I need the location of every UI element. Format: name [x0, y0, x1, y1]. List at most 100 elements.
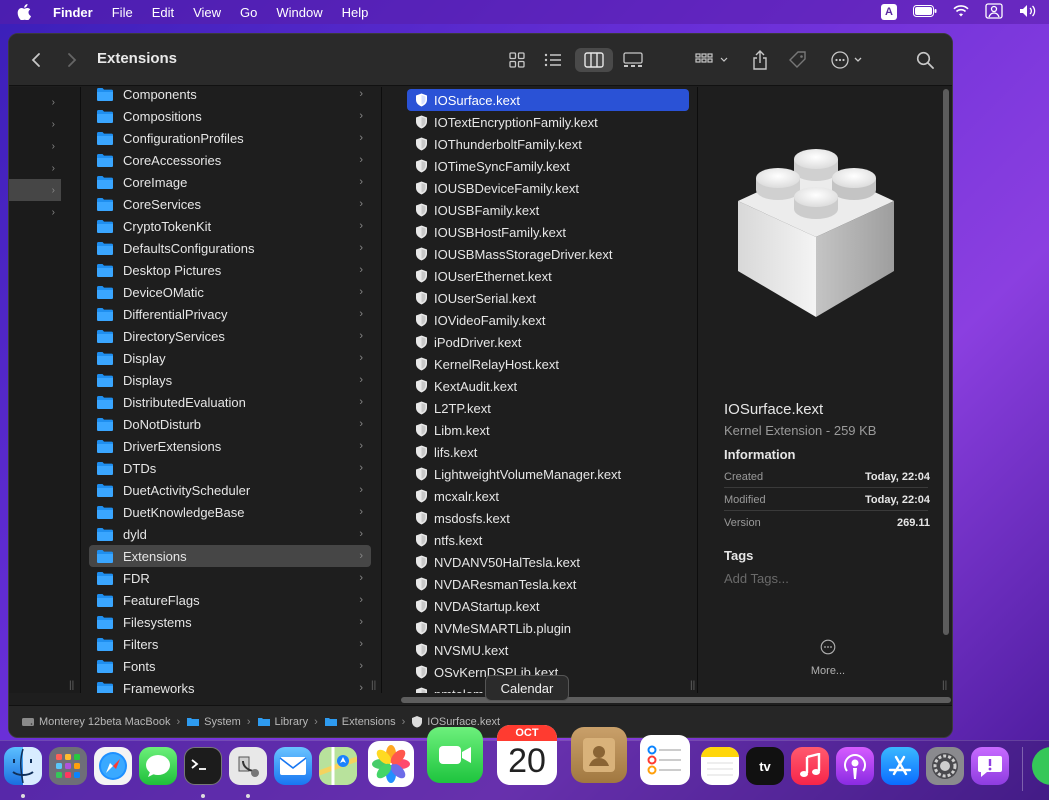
folder-row[interactable]: Filesystems › — [89, 611, 371, 633]
launchpad-dock-icon[interactable] — [49, 747, 87, 785]
column-resize-handle[interactable]: || — [942, 680, 947, 691]
folder-row[interactable]: CoreImage › — [89, 171, 371, 193]
file-row[interactable]: IOUSBMassStorageDriver.kext — [407, 243, 689, 265]
preview-scrollbar[interactable] — [943, 89, 949, 635]
search-icon[interactable] — [913, 48, 937, 72]
terminal-dock-icon[interactable] — [184, 747, 222, 785]
parent-row[interactable]: › — [9, 91, 61, 113]
folder-row[interactable]: Displays › — [89, 369, 371, 391]
file-row[interactable]: msdosfs.kext — [407, 507, 689, 529]
path-item-disk[interactable]: Monterey 12beta MacBook — [21, 716, 170, 728]
folder-row[interactable]: Fonts › — [89, 655, 371, 677]
horizontal-scrollbar[interactable] — [401, 697, 951, 703]
download-stack-dock-icon[interactable] — [1032, 747, 1049, 785]
podcasts-dock-icon[interactable] — [836, 747, 874, 785]
folder-row[interactable]: dyld › — [89, 523, 371, 545]
menu-edit[interactable]: Edit — [152, 5, 174, 20]
parent-row-selected[interactable]: › — [9, 179, 61, 201]
file-row[interactable]: NVDAResmanTesla.kext — [407, 573, 689, 595]
parent-row[interactable]: › — [9, 113, 61, 135]
file-row[interactable]: L2TP.kext — [407, 397, 689, 419]
folder-row[interactable]: DuetKnowledgeBase › — [89, 501, 371, 523]
folder-row[interactable]: Components › — [89, 87, 371, 105]
folder-row-selected[interactable]: Extensions › — [89, 545, 371, 567]
column-view-button[interactable] — [575, 48, 613, 72]
path-item-system[interactable]: System — [186, 716, 241, 728]
input-source-icon[interactable]: A — [881, 4, 897, 20]
reminders-dock-icon[interactable] — [640, 735, 690, 785]
folder-row[interactable]: FeatureFlags › — [89, 589, 371, 611]
forward-button[interactable] — [61, 48, 83, 72]
file-row[interactable]: NVDAStartup.kext — [407, 595, 689, 617]
menu-go[interactable]: Go — [240, 5, 257, 20]
folder-row[interactable]: DeviceOMatic › — [89, 281, 371, 303]
folder-row[interactable]: Compositions › — [89, 105, 371, 127]
file-row[interactable]: IOVideoFamily.kext — [407, 309, 689, 331]
calendar-dock-icon[interactable]: OCT 20 — [497, 725, 557, 785]
path-item-library[interactable]: Library — [257, 716, 308, 728]
file-row[interactable]: IOTimeSyncFamily.kext — [407, 155, 689, 177]
folder-row[interactable]: DriverExtensions › — [89, 435, 371, 457]
menu-help[interactable]: Help — [342, 5, 369, 20]
folder-row[interactable]: ConfigurationProfiles › — [89, 127, 371, 149]
battery-icon[interactable] — [913, 4, 937, 20]
notes-dock-icon[interactable] — [701, 747, 739, 785]
file-row[interactable]: NVDANV50HalTesla.kext — [407, 551, 689, 573]
more-button[interactable]: More... — [798, 665, 858, 677]
menu-file[interactable]: File — [112, 5, 133, 20]
feedback-assistant-dock-icon[interactable] — [971, 747, 1009, 785]
apple-menu-icon[interactable] — [17, 4, 35, 20]
more-icon[interactable] — [820, 639, 836, 660]
disk-utility-dock-icon[interactable] — [229, 747, 267, 785]
folder-row[interactable]: DoNotDisturb › — [89, 413, 371, 435]
folder-row[interactable]: CoreAccessories › — [89, 149, 371, 171]
contacts-dock-icon[interactable] — [571, 727, 627, 783]
add-tags-field[interactable]: Add Tags... — [724, 571, 789, 586]
menu-app-name[interactable]: Finder — [53, 5, 93, 20]
file-row[interactable]: IOUserSerial.kext — [407, 287, 689, 309]
system-preferences-dock-icon[interactable] — [926, 747, 964, 785]
path-item-extensions[interactable]: Extensions — [324, 716, 396, 728]
folder-row[interactable]: FDR › — [89, 567, 371, 589]
icon-view-button[interactable] — [503, 48, 531, 72]
file-row-selected[interactable]: IOSurface.kext — [407, 89, 689, 111]
folder-row[interactable]: DistributedEvaluation › — [89, 391, 371, 413]
folder-row[interactable]: Filters › — [89, 633, 371, 655]
file-row[interactable]: IOTextEncryptionFamily.kext — [407, 111, 689, 133]
folder-row[interactable]: CoreServices › — [89, 193, 371, 215]
file-row[interactable]: KernelRelayHost.kext — [407, 353, 689, 375]
folder-row[interactable]: DuetActivityScheduler › — [89, 479, 371, 501]
folder-row[interactable]: DefaultsConfigurations › — [89, 237, 371, 259]
column-resize-handle[interactable]: || — [690, 680, 695, 691]
gallery-view-button[interactable] — [619, 48, 647, 72]
file-row[interactable]: lifs.kext — [407, 441, 689, 463]
parent-row[interactable]: › — [9, 157, 61, 179]
music-dock-icon[interactable] — [791, 747, 829, 785]
tag-icon[interactable] — [787, 48, 809, 72]
file-row[interactable]: KextAudit.kext — [407, 375, 689, 397]
file-row[interactable]: NVMeSMARTLib.plugin — [407, 617, 689, 639]
column-resize-handle[interactable]: || — [371, 680, 376, 691]
folder-row[interactable]: DirectoryServices › — [89, 325, 371, 347]
folder-row[interactable]: Display › — [89, 347, 371, 369]
file-row[interactable]: ntfs.kext — [407, 529, 689, 551]
apple-tv-dock-icon[interactable]: tv — [746, 747, 784, 785]
more-actions-icon[interactable] — [831, 48, 867, 72]
folder-row[interactable]: Desktop Pictures › — [89, 259, 371, 281]
user-switch-icon[interactable] — [985, 2, 1003, 22]
wifi-icon[interactable] — [953, 4, 969, 20]
maps-dock-icon[interactable] — [319, 747, 357, 785]
list-view-button[interactable] — [539, 48, 567, 72]
mail-dock-icon[interactable] — [274, 747, 312, 785]
finder-dock-icon[interactable] — [4, 747, 42, 785]
column-resize-handle[interactable]: || — [69, 680, 74, 691]
safari-dock-icon[interactable] — [94, 747, 132, 785]
facetime-dock-icon[interactable] — [427, 727, 483, 783]
file-row[interactable]: LightweightVolumeManager.kext — [407, 463, 689, 485]
messages-dock-icon[interactable] — [139, 747, 177, 785]
file-row[interactable]: mcxalr.kext — [407, 485, 689, 507]
file-row[interactable]: NVSMU.kext — [407, 639, 689, 661]
file-row[interactable]: IOUSBFamily.kext — [407, 199, 689, 221]
share-icon[interactable] — [749, 48, 771, 72]
folder-row[interactable]: DTDs › — [89, 457, 371, 479]
